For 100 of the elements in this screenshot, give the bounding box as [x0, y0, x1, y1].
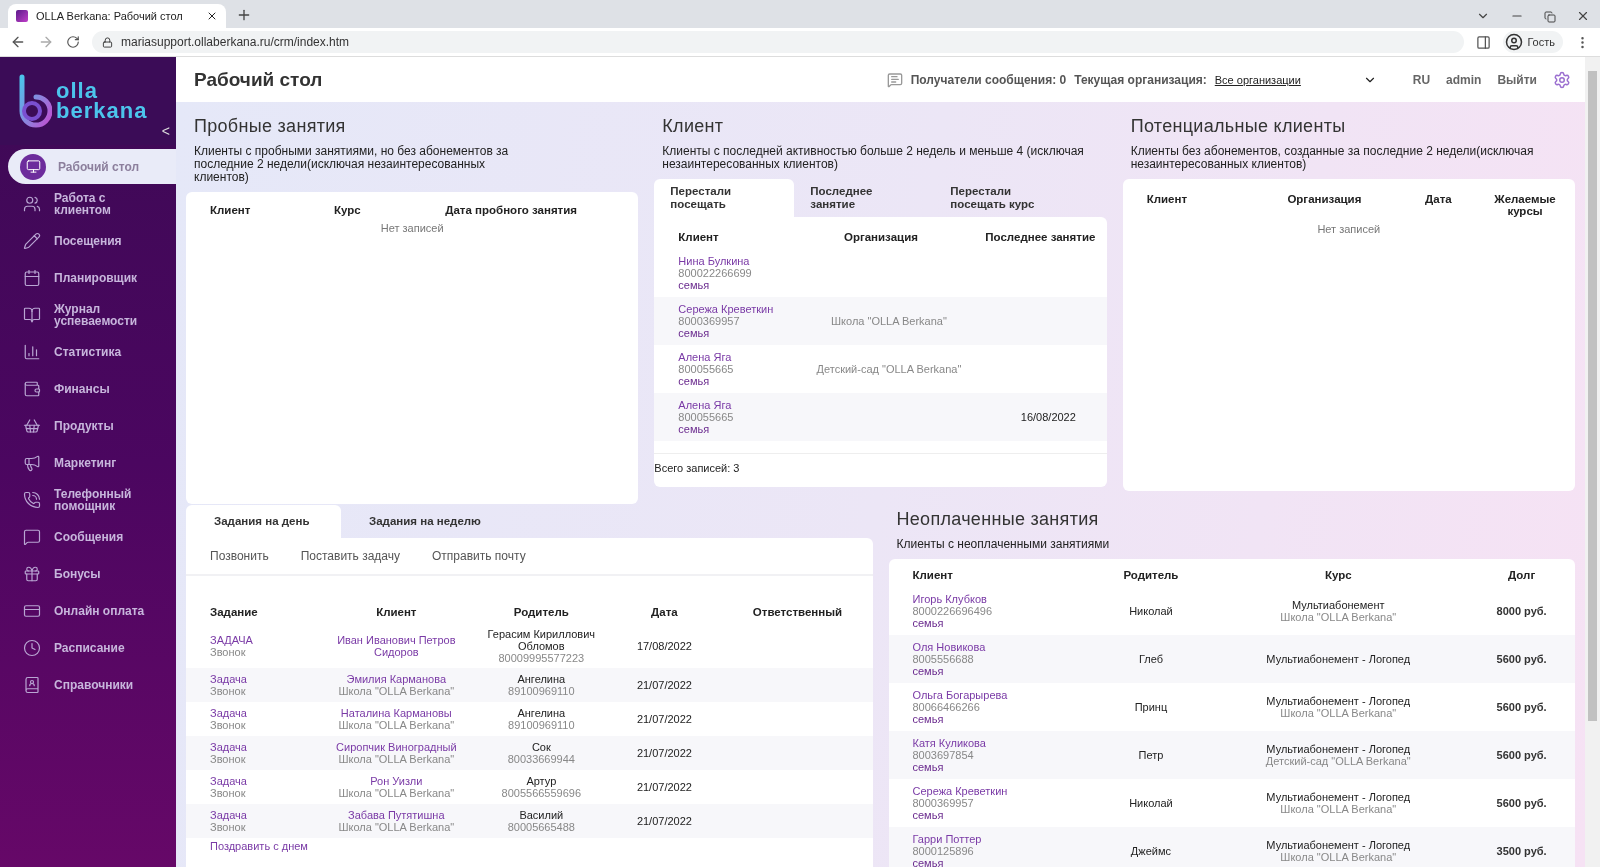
client-name-link[interactable]: Эмилия Карманова [324, 673, 469, 685]
table-cell: Детский-сад "OLLA Berkana" [816, 363, 962, 375]
task-link[interactable]: Поздравить с днем [210, 840, 849, 852]
browser-tab[interactable]: OLLA Berkana: Рабочий стол [8, 4, 226, 28]
client-name-link[interactable]: Наталина Кармановы [324, 707, 469, 719]
organization-name: Школа "OLLA Berkana" [337, 719, 456, 731]
close-icon[interactable] [1576, 9, 1590, 23]
client-name-link[interactable]: Сиропчик Виноградный [324, 741, 469, 753]
user-icon [1505, 33, 1524, 51]
column-header: Клиент [677, 230, 720, 245]
client-name-link[interactable]: Сережа Креветкин [678, 303, 780, 315]
close-icon[interactable] [206, 10, 218, 22]
family-link[interactable]: семья [678, 279, 780, 291]
action-link[interactable]: Отправить почту [432, 549, 526, 563]
task-link[interactable]: Задача [210, 673, 309, 685]
client-name-link[interactable]: Рон Уизли [324, 775, 469, 787]
client-name-link[interactable]: Игорь Клубков [912, 593, 1086, 605]
task-link[interactable]: Задача [210, 741, 309, 753]
phone-icon [22, 489, 42, 510]
debt-amount: 8000 руб. [1496, 605, 1547, 617]
sidebar-item[interactable]: Сообщения [0, 519, 176, 554]
logo-text: olla berkana [56, 81, 148, 121]
task-link[interactable]: Задача [210, 775, 309, 787]
sidebar-item[interactable]: Журнал успеваемости [0, 297, 176, 332]
debt-amount: 5600 руб. [1496, 797, 1547, 809]
table-cell: 16/08/2022 [1020, 411, 1076, 423]
sidebar-item[interactable]: Посещения [0, 223, 176, 258]
family-link[interactable]: семья [678, 327, 780, 339]
sidebar-item[interactable]: Продукты [0, 408, 176, 443]
family-link[interactable]: семья [912, 761, 1086, 773]
section-description: Клиенты с последней активностью больше 2 недель и меньше 4 (исключая незаинтересованных клиентов) [662, 145, 1085, 171]
sidebar-item[interactable]: Бонусы [0, 556, 176, 591]
action-link[interactable]: Поставить задачу [300, 549, 400, 563]
logout-link[interactable]: Выйти [1497, 72, 1537, 87]
client-name-link[interactable]: Алена Яга [678, 351, 780, 363]
side-panel-icon[interactable] [1476, 34, 1492, 50]
scrollbar[interactable] [1585, 57, 1600, 867]
debt-amount: 5600 руб. [1496, 749, 1547, 761]
restore-icon[interactable] [1544, 11, 1556, 23]
column-header: Клиент [375, 605, 418, 620]
sidebar-item[interactable]: Справочники [0, 667, 176, 702]
organization-select[interactable]: Все организации [1214, 73, 1355, 86]
task-type: Звонок [210, 719, 247, 731]
client-name-link[interactable]: Гарри Поттер [912, 833, 1086, 845]
phone-number: 8005566559696 [500, 787, 583, 799]
family-link[interactable]: семья [912, 857, 1086, 867]
parent-name: Глеб [1138, 653, 1163, 665]
language-code: RU [1412, 72, 1431, 87]
column-header: Долг [1507, 568, 1537, 583]
column-header: Последнее занятие [984, 230, 1097, 245]
address-field[interactable]: mariasupport.ollaberkana.ru/crm/index.htm [92, 31, 1465, 53]
action-link[interactable]: Позвонить [210, 549, 269, 563]
tab[interactable]: Последнее занятие [794, 179, 935, 217]
new-tab-icon[interactable] [236, 7, 252, 23]
table-cell: 17/08/2022 [636, 640, 692, 652]
client-name-link[interactable]: Забава Путятишна [324, 809, 469, 821]
sidebar-item[interactable]: Работа с клиентом [0, 186, 176, 221]
client-name-link[interactable]: Сережа Креветкин [912, 785, 1086, 797]
sidebar-item[interactable]: Телефонный помощник [0, 482, 176, 517]
tab[interactable]: Перестали посещать [654, 179, 795, 217]
settings-icon[interactable] [1553, 70, 1571, 89]
profile-button[interactable]: Гость [1503, 31, 1563, 53]
client-name-link[interactable]: Катя Куликова [912, 737, 1086, 749]
sidebar-item[interactable]: Расписание [0, 630, 176, 665]
family-link[interactable]: семья [912, 809, 1086, 821]
tab-title: OLLA Berkana: Рабочий стол [36, 10, 184, 22]
family-link[interactable]: семья [678, 423, 780, 435]
client-name-link[interactable]: Иван Иванович Петров Сидоров [324, 634, 469, 658]
client-name-link[interactable]: Ольга Богарырева [912, 689, 1086, 701]
collapse-button[interactable]: < [161, 123, 170, 139]
sidebar-item[interactable]: Статистика [0, 334, 176, 369]
course-name: Мультиабонемент - Логопед [1265, 695, 1412, 707]
sidebar-item[interactable]: Финансы [0, 371, 176, 406]
family-link[interactable]: семья [912, 713, 1086, 725]
table-cell: 21/07/2022 [636, 815, 692, 827]
clock-icon [22, 637, 42, 658]
phone-number: 800055665 [678, 363, 735, 375]
task-link[interactable]: Задача [210, 707, 309, 719]
user-link[interactable]: admin [1446, 72, 1482, 87]
sidebar-item[interactable]: Маркетинг [0, 445, 176, 480]
tab[interactable]: Задания на неделю [341, 505, 526, 538]
task-type: Звонок [210, 685, 247, 697]
column-header: Родитель [512, 605, 570, 620]
section-description: Клиенты с пробными занятиями, но без абонементов за последние 2 недели(исключая незаинтересованных клиентов) [194, 145, 510, 184]
task-type: Звонок [210, 646, 247, 658]
client-name-link[interactable]: Алена Яга [678, 399, 780, 411]
family-link[interactable]: семья [912, 665, 1086, 677]
task-link[interactable]: ЗАДАЧА [210, 634, 309, 646]
sidebar-item[interactable]: Планировщик [0, 260, 176, 295]
task-link[interactable]: Задача [210, 809, 309, 821]
reload-icon[interactable] [66, 35, 80, 49]
client-name-link[interactable]: Оля Новикова [912, 641, 1086, 653]
tab[interactable]: Перестали посещать курс [934, 179, 1085, 217]
family-link[interactable]: семья [912, 617, 1086, 629]
column-header: Организация [842, 230, 919, 245]
back-icon[interactable] [10, 34, 26, 50]
family-link[interactable]: семья [678, 375, 780, 387]
sidebar-item[interactable]: Онлайн оплата [0, 593, 176, 628]
tab[interactable]: Задания на день [186, 505, 341, 538]
client-name-link[interactable]: Нина Булкина [678, 255, 780, 267]
